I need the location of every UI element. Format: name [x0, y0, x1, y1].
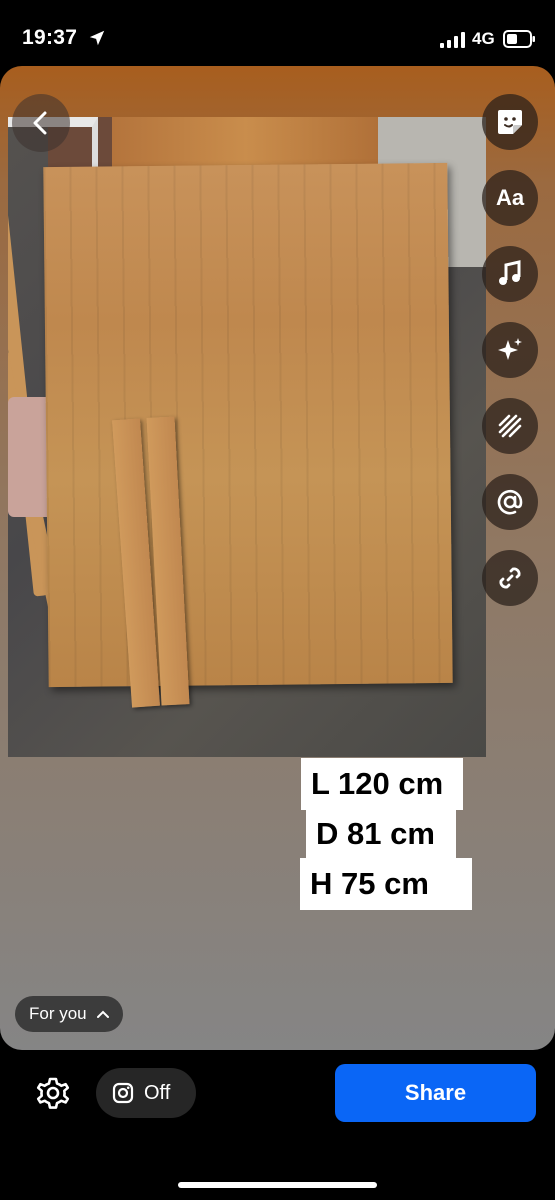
story-editor-canvas[interactable]: L 120 cm D 81 cm H 75 cm Aa For you — [0, 66, 555, 1050]
audience-label: For you — [29, 1004, 87, 1023]
photo-tabletop — [43, 162, 453, 688]
audience-selector[interactable]: For you — [15, 996, 123, 1032]
at-sign-icon — [497, 489, 523, 515]
share-button[interactable]: Share — [335, 1064, 536, 1122]
back-button[interactable] — [12, 94, 70, 152]
text-icon: Aa — [495, 185, 525, 210]
mention-button[interactable] — [482, 474, 538, 530]
music-icon — [499, 260, 521, 285]
chevron-up-icon — [96, 1010, 109, 1018]
dimension-height[interactable]: H 75 cm — [300, 858, 472, 910]
music-button[interactable] — [482, 246, 538, 302]
instagram-icon — [112, 1082, 134, 1104]
instagram-share-toggle[interactable]: Off — [96, 1068, 196, 1118]
squiggle-draw-icon — [498, 414, 522, 438]
status-bar: 19:37 4G — [0, 0, 555, 70]
sticker-button[interactable] — [482, 94, 538, 150]
dimension-text-sticker[interactable]: L 120 cm D 81 cm H 75 cm — [296, 758, 476, 910]
bottom-bar: Off Share — [0, 1050, 555, 1200]
listing-photo-table — [8, 117, 486, 757]
signal-icon — [440, 32, 465, 48]
chevron-left-icon — [33, 111, 47, 135]
instagram-toggle-label: Off — [144, 1081, 171, 1104]
text-tool-button[interactable]: Aa — [482, 170, 538, 226]
dimension-length[interactable]: L 120 cm — [301, 758, 463, 810]
link-icon — [499, 567, 521, 589]
status-time: 19:37 — [22, 26, 78, 49]
home-indicator[interactable] — [178, 1182, 377, 1188]
sparkle-icon — [498, 338, 522, 360]
location-arrow-icon — [89, 30, 105, 46]
sticker-icon — [498, 110, 522, 134]
dimension-depth[interactable]: D 81 cm — [306, 808, 456, 860]
link-button[interactable] — [482, 550, 538, 606]
effects-button[interactable] — [482, 322, 538, 378]
network-type: 4G — [472, 29, 495, 48]
draw-button[interactable] — [482, 398, 538, 454]
gear-icon[interactable] — [34, 1074, 72, 1112]
editing-tools: Aa — [482, 94, 540, 626]
battery-icon — [503, 30, 535, 48]
